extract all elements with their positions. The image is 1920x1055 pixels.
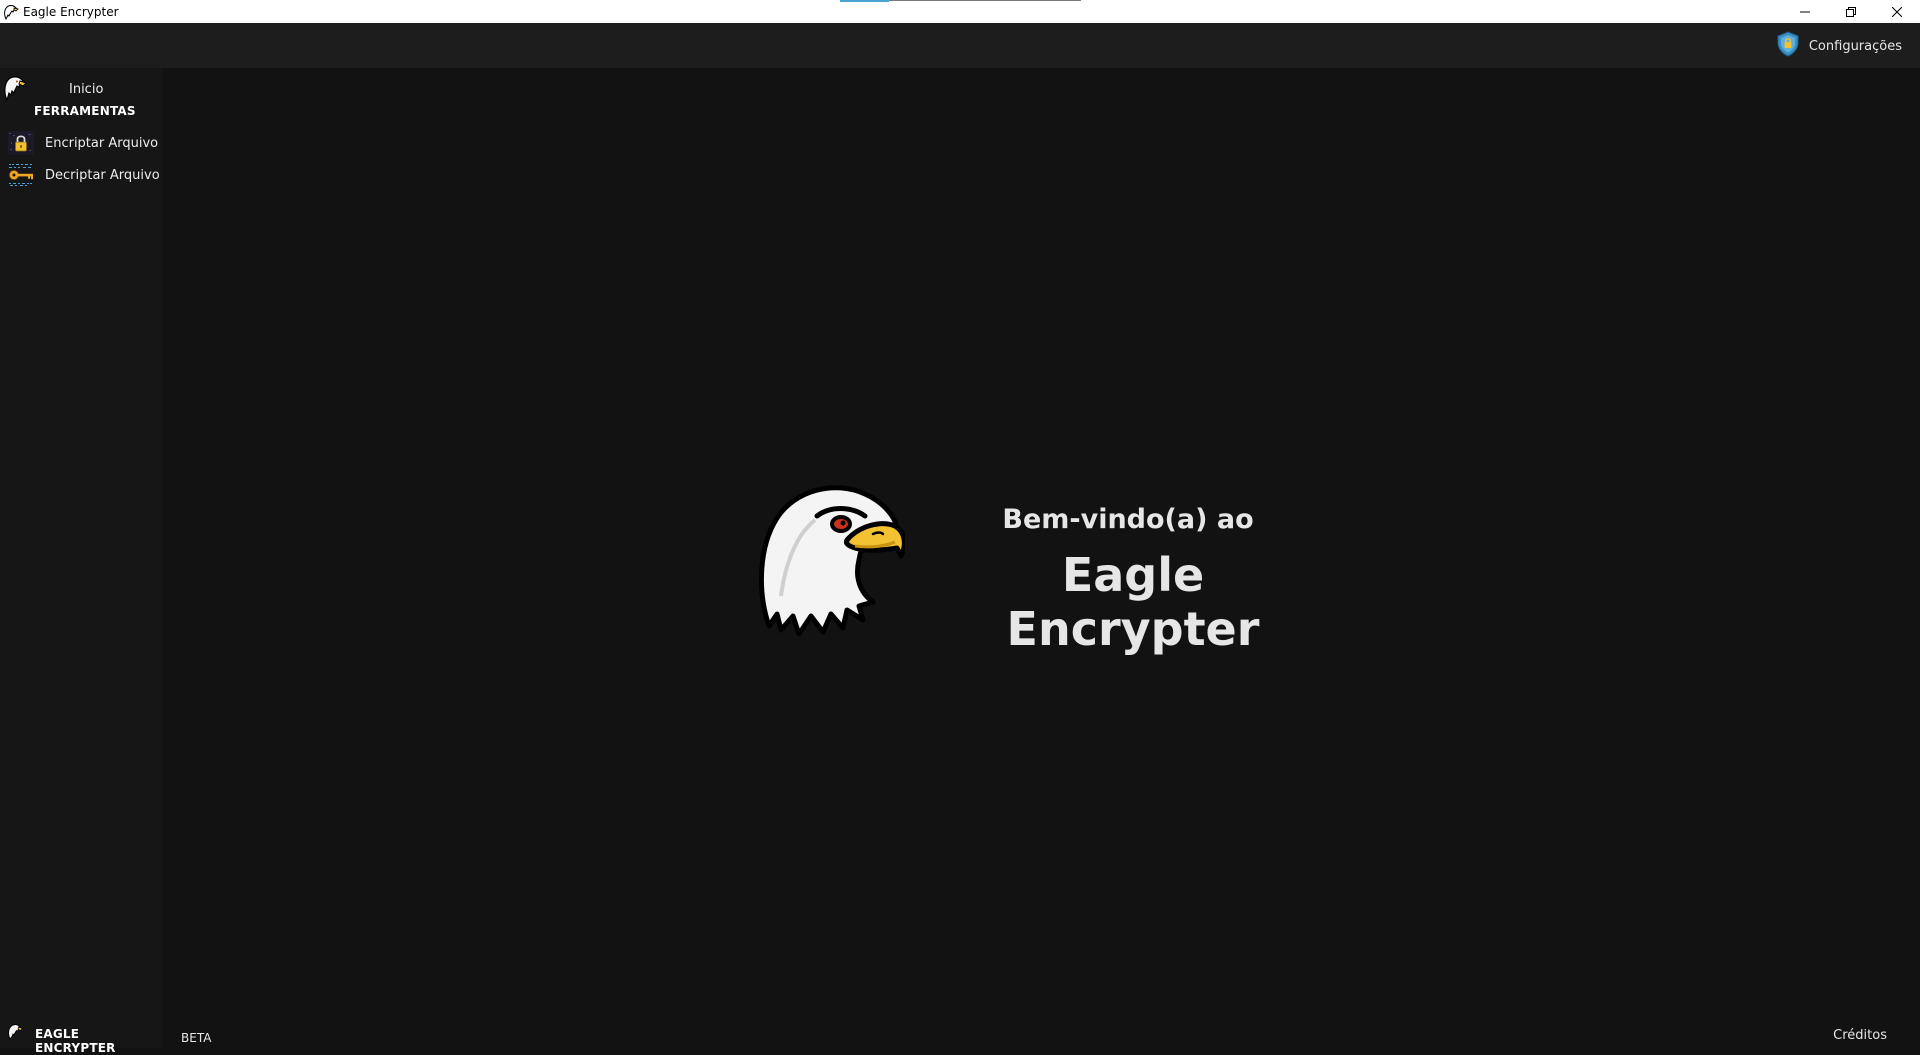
eagle-icon [3,75,27,106]
sidebar-item-decrypt-label: Decriptar Arquivo [45,168,160,183]
top-app-bar: Configurações [0,23,1920,68]
close-icon [1892,6,1902,17]
eagle-small-icon [7,1023,24,1045]
sidebar-item-home-label: Inicio [69,82,104,97]
settings-button[interactable]: Configurações [1776,30,1902,62]
sidebar-footer-brand: EAGLE ENCRYPTER [35,1027,116,1055]
sidebar-item-encrypt-label: Encriptar Arquivo [45,136,159,151]
lock-icon [8,131,34,155]
sidebar-footer: EAGLE ENCRYPTER [0,1016,163,1055]
main-content: Bem-vindo(a) ao Eagle Encrypter BETA Cré… [163,68,1920,1048]
window-controls [1782,0,1920,23]
sidebar: Inicio FERRAMENTAS Encriptar Arquivo Dec… [0,68,163,1055]
minimize-button[interactable] [1782,0,1828,23]
app-eagle-icon [3,4,19,20]
minimize-icon [1800,11,1810,12]
sidebar-item-decrypt[interactable]: Decriptar Arquivo [0,160,163,190]
beta-label: BETA [181,1031,212,1045]
window-title: Eagle Encrypter [23,4,119,19]
shield-lock-icon [1776,30,1800,62]
key-icon [8,163,34,187]
titlebar-divider-line [889,0,1081,1]
close-button[interactable] [1874,0,1920,23]
eagle-logo-icon [755,476,907,637]
sidebar-item-home[interactable]: Inicio [0,72,163,104]
welcome-text: Bem-vindo(a) ao [1002,504,1254,535]
app-name-title: Eagle Encrypter [1006,548,1260,656]
restore-button[interactable] [1828,0,1874,23]
window-titlebar: Eagle Encrypter [0,0,1920,23]
sidebar-item-encrypt[interactable]: Encriptar Arquivo [0,128,163,158]
sidebar-section-title: FERRAMENTAS [34,104,136,118]
restore-icon [1846,6,1856,17]
settings-label: Configurações [1808,38,1902,54]
credits-link[interactable]: Créditos [1833,1028,1887,1043]
titlebar-accent-line [840,0,889,2]
